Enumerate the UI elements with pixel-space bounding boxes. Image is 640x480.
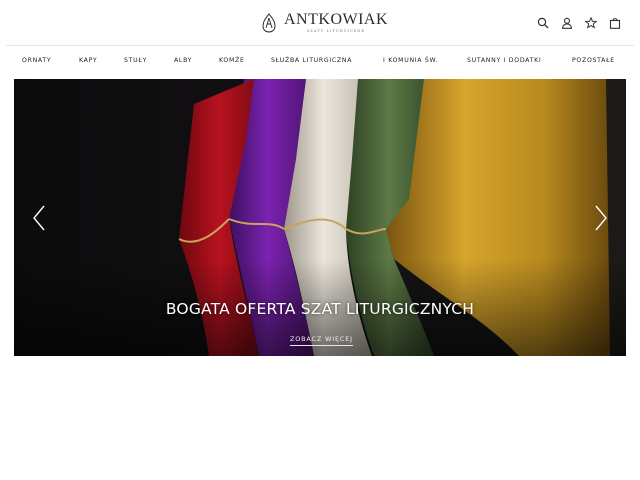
nav-item-sluzba-liturgiczna[interactable]: SŁUŻBA LITURGICZNA	[271, 57, 352, 64]
next-slide-button[interactable]	[592, 205, 608, 231]
nav-item-pozostale[interactable]: POZOSTAŁE	[572, 57, 615, 64]
brand-logo[interactable]: ANTKOWIAK SZATY LITURGICZNE	[260, 11, 388, 35]
user-icon[interactable]	[560, 16, 574, 30]
prev-slide-button[interactable]	[32, 205, 48, 231]
logo-mark-icon	[262, 13, 276, 33]
hero-title: BOGATA OFERTA SZAT LITURGICZNYCH	[165, 300, 475, 318]
nav-item-sutanny-i-dodatki[interactable]: SUTANNY I DODATKI	[467, 57, 541, 64]
hero-cta-link[interactable]: ZOBACZ WIĘCEJ	[290, 335, 353, 346]
brand-tagline: SZATY LITURGICZNE	[306, 29, 366, 34]
header-actions	[536, 16, 622, 30]
search-icon[interactable]	[536, 16, 550, 30]
star-icon[interactable]	[584, 16, 598, 30]
chevron-left-icon	[33, 205, 45, 231]
nav-item-ornaty[interactable]: ORNATY	[22, 57, 51, 64]
nav-item-i-komunia[interactable]: I KOMUNIA ŚW.	[383, 57, 438, 64]
chevron-right-icon	[595, 205, 607, 231]
brand-name: ANTKOWIAK	[284, 11, 389, 29]
main-nav: ORNATY KAPY STUŁY ALBY KOMŻE SŁUŻBA LITU…	[0, 46, 640, 76]
nav-item-komze[interactable]: KOMŻE	[219, 57, 245, 64]
hero-slider[interactable]: BOGATA OFERTA SZAT LITURGICZNYCH ZOBACZ …	[14, 79, 626, 356]
nav-item-alby[interactable]: ALBY	[174, 57, 192, 64]
bag-icon[interactable]	[608, 16, 622, 30]
site-header: ANTKOWIAK SZATY LITURGICZNE	[0, 0, 640, 46]
nav-item-stuly[interactable]: STUŁY	[124, 57, 147, 64]
nav-item-kapy[interactable]: KAPY	[79, 57, 97, 64]
